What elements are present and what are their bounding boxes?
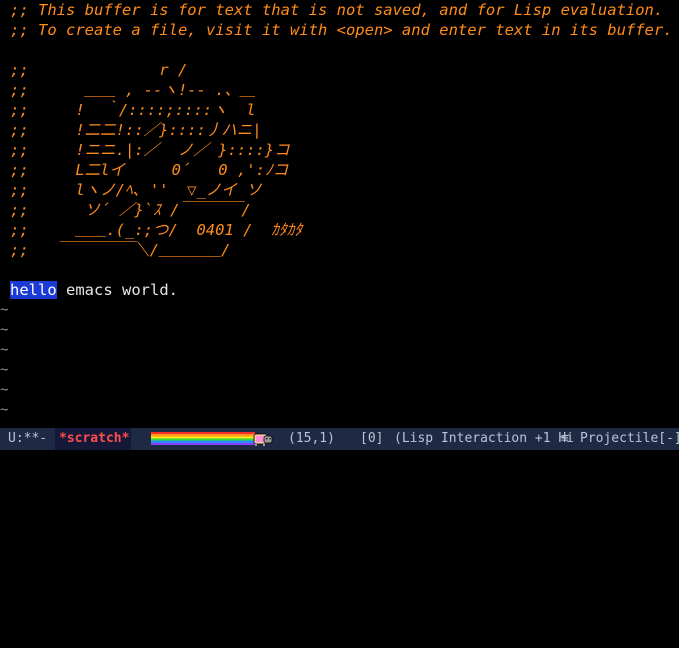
recursion-depth: [0]	[360, 431, 384, 446]
fringe-empty-line-indicator: ~	[0, 362, 9, 378]
buffer-name[interactable]: *scratch*	[59, 428, 129, 450]
menu-icon[interactable]: ≡	[561, 428, 569, 450]
projectile-status[interactable]: Projectile[-])	[580, 428, 679, 450]
fringe-empty-line-indicator: ~	[0, 302, 9, 318]
fringe-empty-line-indicator: ~	[0, 322, 9, 338]
fringe-empty-line-indicator: ~	[0, 382, 9, 398]
mode-line: U:**- *scratch* (15,1) [0] (Lisp Interac…	[0, 428, 679, 450]
comment-line: ;; This buffer is for text that is not s…	[10, 1, 664, 19]
comment-line: ;; To create a file, visit it with <open…	[10, 21, 673, 39]
fringe-empty-line-indicator: ~	[0, 342, 9, 358]
line-text: emacs world.	[56, 281, 178, 299]
echo-area	[0, 450, 679, 462]
ascii-art-line: ;; L二lイ 0´ 0 ,':ﾉコ	[10, 161, 289, 179]
ascii-art-line: ;; !二二!::／}::::丿ハニ|	[10, 121, 262, 139]
nyan-cat-icon	[253, 433, 273, 446]
rainbow-trail	[151, 432, 255, 445]
ascii-art-line: ;; r /	[10, 61, 188, 79]
ascii-art-line: ;; ＿＿.(_:;つ/ 0401 / ｶﾀｶﾀ	[10, 221, 303, 239]
buffer-state[interactable]: U:**-	[8, 428, 47, 450]
selected-region[interactable]: hello	[10, 281, 57, 299]
ascii-art-line: ;; ソ´ ／}`ｽ /￣￣￣￣/	[10, 201, 251, 219]
text-line[interactable]: hello emacs world.	[10, 280, 178, 300]
ascii-art-line: ;; ＿＿ , --ヽ!-- .、＿	[10, 81, 256, 99]
ascii-art-line: ;; !ニニ.|:／ ノ／ }::::}コ	[10, 141, 290, 159]
ascii-art-line: ;; ! ｀/::::;::::ヽ l	[10, 101, 256, 119]
nyan-position-indicator[interactable]	[151, 431, 275, 447]
ascii-art-line: ;; ￣￣￣￣￣＼/＿＿＿＿/	[10, 241, 231, 259]
fringe-empty-line-indicator: ~	[0, 402, 9, 418]
major-mode[interactable]: (Lisp Interaction +1 Hi	[394, 428, 574, 450]
cursor-position: (15,1)	[288, 431, 335, 446]
ascii-art-line: ;; lヽノ/ﾍ､ '' ▽_ノイ ソ	[10, 181, 262, 199]
editor-buffer[interactable]: ;; This buffer is for text that is not s…	[0, 0, 679, 428]
